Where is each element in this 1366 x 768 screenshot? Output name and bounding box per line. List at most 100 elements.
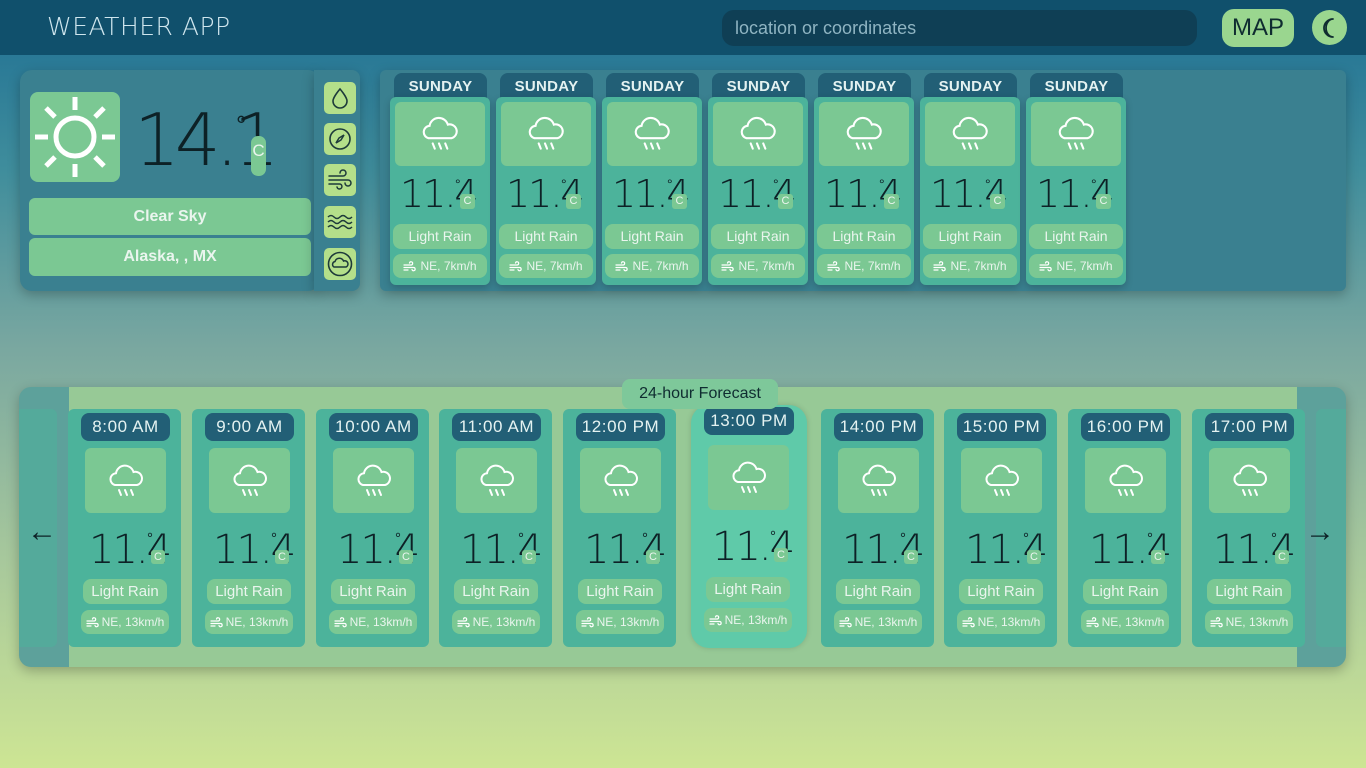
- waves-button[interactable]: [324, 206, 356, 238]
- wind-icon: [334, 616, 347, 627]
- weather-icon-box: [819, 102, 909, 166]
- wind-icon: [210, 616, 223, 627]
- wind-text: NE, 13km/h: [472, 615, 536, 629]
- hourly-forecast-panel: 8:00 AM 11.4 ° C Light Rain NE, 13km/h 9:00 AM…: [19, 387, 1346, 667]
- day-tab[interactable]: SUNDAY: [924, 73, 1017, 100]
- hourly-forecast-card[interactable]: 10:00 AM 11.4 ° C Light Rain NE, 13km/h: [316, 409, 429, 647]
- rain-cloud-icon: [634, 116, 670, 150]
- day-tab[interactable]: SUNDAY: [1030, 73, 1123, 100]
- cloud-icon: [327, 251, 353, 277]
- current-weather-card: 14.1 ° C Clear Sky Alaska, , MX: [20, 70, 320, 291]
- rain-cloud-icon: [740, 116, 776, 150]
- wind-icon: [721, 260, 735, 271]
- weather-icon-box: [713, 102, 803, 166]
- theme-toggle-button[interactable]: [1312, 10, 1347, 45]
- hourly-forecast-card[interactable]: 9:00 AM 11.4 ° C Light Rain NE, 13km/h: [192, 409, 305, 647]
- unit-badge: C: [522, 550, 536, 564]
- wind-icon: [403, 260, 417, 271]
- rain-cloud-icon: [861, 464, 896, 496]
- hourly-forecast-card[interactable]: 16:00 PM 11.4 ° C Light Rain NE, 13km/h: [1068, 409, 1181, 647]
- hourly-forecast-card[interactable]: 11:00 AM 11.4 ° C Light Rain NE, 13km/h: [439, 409, 552, 647]
- cloud-button[interactable]: [324, 248, 356, 280]
- rain-cloud-icon: [984, 464, 1019, 496]
- droplet-icon: [332, 87, 348, 109]
- wind-text: NE, 13km/h: [854, 615, 918, 629]
- day-tab[interactable]: SUNDAY: [712, 73, 805, 100]
- hourly-forecast-card[interactable]: 15:00 PM 11.4 ° C Light Rain NE, 13km/h: [944, 409, 1057, 647]
- daily-forecast-card[interactable]: 11.4 ° C Light Rain NE, 7km/h: [708, 97, 808, 285]
- detail-icon-strip: [314, 70, 360, 291]
- hourly-forecast-card[interactable]: 8:00 AM 11.4 ° C Light Rain NE, 13km/h: [68, 409, 181, 647]
- day-tab[interactable]: SUNDAY: [818, 73, 911, 100]
- weather-icon-box: [456, 448, 537, 513]
- next-arrow-button[interactable]: →: [1305, 517, 1335, 547]
- condition-label: Light Rain: [331, 579, 415, 604]
- condition-label: Light Rain: [454, 579, 538, 604]
- hour-label: 15:00 PM: [957, 413, 1046, 441]
- wind-info: NE, 13km/h: [452, 610, 540, 634]
- weather-icon-box: [961, 448, 1042, 513]
- rain-cloud-icon: [356, 464, 391, 496]
- wind-text: NE, 7km/h: [526, 259, 583, 273]
- condition-label: Light Rain: [207, 579, 291, 604]
- hourly-forecast-card[interactable]: 12:00 PM 11.4 ° C Light Rain NE, 13km/h: [563, 409, 676, 647]
- wind-info: NE, 7km/h: [711, 254, 805, 278]
- weather-icon-box: [333, 448, 414, 513]
- daily-forecast-card[interactable]: 11.4 ° C Light Rain NE, 7km/h: [920, 97, 1020, 285]
- humidity-button[interactable]: [324, 82, 356, 114]
- unit-badge: C: [672, 194, 687, 209]
- unit-badge: C: [646, 550, 660, 564]
- daily-forecast-panel: SUNDAY SUNDAY SUNDAY SUNDAY SUNDAY SUNDA…: [380, 70, 1346, 291]
- daily-forecast-card[interactable]: 11.4 ° C Light Rain NE, 7km/h: [814, 97, 914, 285]
- rain-cloud-icon: [1108, 464, 1143, 496]
- wind-info: NE, 13km/h: [81, 610, 169, 634]
- wind-info: NE, 13km/h: [576, 610, 664, 634]
- weather-icon-box: [85, 448, 166, 513]
- hourly-forecast-card[interactable]: 14:00 PM 11.4 ° C Light Rain NE, 13km/h: [821, 409, 934, 647]
- unit-badge: C: [460, 194, 475, 209]
- day-tab[interactable]: SUNDAY: [394, 73, 487, 100]
- daily-forecast-card[interactable]: 11.4 ° C Light Rain NE, 7km/h: [602, 97, 702, 285]
- day-tab[interactable]: SUNDAY: [606, 73, 699, 100]
- weather-icon-box: [580, 448, 661, 513]
- hourly-forecast-card[interactable]: 17:00 PM 11.4 ° C Light Rain NE, 13km/h: [1192, 409, 1305, 647]
- wind-info: NE, 13km/h: [205, 610, 293, 634]
- hour-label: 9:00 AM: [205, 413, 294, 441]
- hour-label: 11:00 AM: [452, 413, 541, 441]
- wind-button[interactable]: [324, 164, 356, 196]
- hourly-forecast-card[interactable]: 13:00 PM 11.4 ° C Light Rain NE, 13km/h: [691, 405, 807, 648]
- daily-forecast-card[interactable]: 11.4 ° C Light Rain NE, 7km/h: [496, 97, 596, 285]
- current-icon-box: [30, 92, 120, 182]
- condition-label: Light Rain: [959, 579, 1043, 604]
- unit-badge[interactable]: C: [251, 136, 266, 176]
- rain-cloud-icon: [603, 464, 638, 496]
- hour-label: 8:00 AM: [81, 413, 170, 441]
- degree-symbol: °: [1091, 176, 1097, 192]
- search-input[interactable]: [722, 10, 1197, 46]
- daily-forecast-card[interactable]: 11.4 ° C Light Rain NE, 7km/h: [1026, 97, 1126, 285]
- wind-text: NE, 13km/h: [225, 615, 289, 629]
- direction-button[interactable]: [324, 123, 356, 155]
- wind-text: NE, 7km/h: [1056, 259, 1113, 273]
- condition-label: Light Rain: [605, 224, 699, 249]
- wind-icon: [839, 616, 852, 627]
- wind-info: NE, 13km/h: [704, 608, 792, 632]
- waves-icon: [327, 214, 353, 230]
- wind-info: NE, 7km/h: [1029, 254, 1123, 278]
- degree-symbol: °: [773, 176, 779, 192]
- day-tab[interactable]: SUNDAY: [500, 73, 593, 100]
- daily-forecast-card[interactable]: 11.4 ° C Light Rain NE, 7km/h: [390, 97, 490, 285]
- wind-icon: [86, 616, 99, 627]
- hourly-forecast-title: 24-hour Forecast: [622, 379, 778, 409]
- rain-cloud-icon: [1058, 116, 1094, 150]
- hour-label: 12:00 PM: [576, 413, 665, 441]
- top-header: WEATHER APP MAP: [0, 0, 1366, 55]
- wind-icon: [827, 260, 841, 271]
- wind-icon: [1210, 616, 1223, 627]
- rain-cloud-icon: [479, 464, 514, 496]
- prev-arrow-button[interactable]: ←: [27, 517, 57, 547]
- hour-label: 17:00 PM: [1205, 413, 1294, 441]
- degree-symbol: °: [1023, 530, 1029, 547]
- wind-icon: [615, 260, 629, 271]
- map-button[interactable]: MAP: [1222, 9, 1294, 47]
